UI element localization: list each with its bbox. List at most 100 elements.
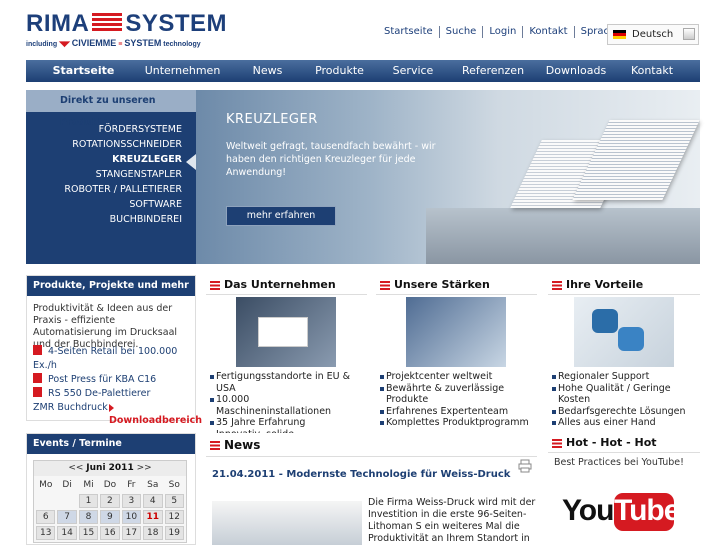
list-item: 10.000 Maschineninstallationen [206, 394, 367, 417]
weekday-label: Di [62, 480, 72, 490]
rima-system-logo[interactable]: RIMA SYSTEM including ◥◤ CIVIEMME ≡ SYSTE… [26, 10, 228, 50]
product-link-stangenstapler[interactable]: STANGENSTAPLER [26, 167, 182, 182]
print-icon[interactable] [518, 459, 532, 473]
product-link-foerdersysteme[interactable]: FÖRDERSYSTEME [26, 122, 182, 137]
nav-kontakt[interactable]: Kontakt [624, 60, 680, 82]
puzzle-image[interactable] [574, 297, 674, 367]
card-vorteile: Ihre Vorteile Regionaler Support Hohe Qu… [548, 275, 700, 428]
card-title-text: Das Unternehmen [224, 278, 336, 291]
calendar-day [57, 494, 76, 508]
top-utility-nav: Startseite Suche Login Kontakt Sprache [378, 26, 628, 40]
card-title[interactable]: Unsere Stärken [376, 275, 537, 295]
handshake-image[interactable] [406, 297, 506, 367]
list-item: Alles aus einer Hand [548, 417, 700, 429]
box-text: Produktivität & Ideen aus der Praxis - e… [33, 303, 178, 350]
pdf-icon [33, 373, 42, 383]
weekday-label: Mi [83, 480, 94, 490]
language-select[interactable]: Deutsch [607, 24, 699, 45]
dropdown-button[interactable] [683, 28, 695, 40]
card-title-text: Unsere Stärken [394, 278, 490, 291]
news-title[interactable]: News [206, 433, 537, 457]
nav-referenzen[interactable]: Referenzen [458, 60, 528, 82]
card-title[interactable]: Ihre Vorteile [548, 275, 700, 295]
nav-startseite[interactable]: Startseite [26, 60, 141, 82]
logo-tagline: including ◥◤ CIVIEMME ≡ SYSTEM technolog… [26, 38, 201, 50]
list-item: Komplettes Produktprogramm [376, 417, 537, 429]
card-title-text: Ihre Vorteile [566, 278, 644, 291]
news-headline[interactable]: 21.04.2011 - Modernste Technologie für W… [212, 469, 510, 480]
prev-month-button[interactable]: << [68, 463, 83, 473]
events-box: Events / Termine << Juni 2011 >> Mo Di M… [26, 433, 196, 545]
product-link-buchbinderei[interactable]: BUCHBINDEREI [26, 212, 182, 227]
box-heading: Produkte, Projekte und mehr [27, 276, 195, 296]
topnav-kontakt[interactable]: Kontakt [522, 26, 573, 38]
logo-sub-system-text: SYSTEM [124, 38, 162, 48]
mehr-erfahren-button[interactable]: mehr erfahren [226, 206, 336, 226]
weekday-label: Sa [147, 480, 159, 490]
list-item: Hohe Qualität / Geringe Kosten [548, 383, 700, 406]
calendar-day[interactable]: 2 [100, 494, 120, 508]
pdf-link-label: RS 550 De-Palettierer [48, 388, 151, 399]
youtube-title[interactable]: Hot - Hot - Hot [548, 433, 700, 453]
red-bars-icon [552, 439, 562, 448]
calendar-day[interactable]: 17 [121, 526, 142, 540]
next-month-button[interactable]: >> [137, 463, 152, 473]
card-list: Projektcenter weltweit Bewährte & zuverl… [376, 371, 537, 429]
arrow-right-icon [109, 404, 114, 412]
calendar-day-today[interactable]: 11 [143, 510, 163, 524]
product-link-software[interactable]: SOFTWARE [26, 197, 182, 212]
nav-unternehmen[interactable]: Unternehmen [141, 60, 224, 82]
calendar-day[interactable]: 4 [143, 494, 163, 508]
calendar-day[interactable]: 16 [100, 526, 120, 540]
nav-produkte[interactable]: Produkte [311, 60, 368, 82]
topnav-suche[interactable]: Suche [438, 26, 483, 38]
puzzle-piece-icon [618, 327, 644, 351]
logo-system-text: SYSTEM [125, 10, 228, 37]
main-navigation: Startseite Unternehmen News Produkte Ser… [26, 60, 700, 82]
product-link-kreuzleger[interactable]: KREUZLEGER [26, 152, 182, 167]
youtube-logo[interactable]: You Tube [562, 491, 680, 535]
calendar-day[interactable]: 8 [78, 510, 99, 524]
german-flag-icon [613, 30, 626, 39]
nav-downloads[interactable]: Downloads [528, 60, 624, 82]
product-link-roboter-palletierer[interactable]: ROBOTER / PALLETIERER [26, 182, 182, 197]
calendar-day [36, 494, 55, 508]
topnav-startseite[interactable]: Startseite [378, 26, 439, 38]
calendar-day[interactable]: 15 [78, 526, 99, 540]
pdf-icon [33, 387, 42, 397]
logo-sub-bars-icon: ≡ [118, 41, 123, 48]
red-bars-icon [210, 441, 220, 450]
logo-civiemme-text: CIVIEMME [71, 38, 117, 48]
calendar-day[interactable]: 1 [78, 494, 99, 508]
calendar-day[interactable]: 3 [121, 494, 142, 508]
pdf-link[interactable]: Post Press für KBA C16 [33, 373, 195, 387]
calendar-day[interactable]: 10 [121, 510, 142, 524]
business-card-image[interactable] [236, 297, 336, 367]
news-image[interactable] [212, 501, 362, 545]
product-menu-heading: Direkt zu unseren Produkten [26, 90, 196, 128]
youtube-title-text: Hot - Hot - Hot [566, 436, 657, 449]
calendar-day[interactable]: 13 [36, 526, 56, 540]
pdf-link[interactable]: RS 550 De-Palettierer [33, 387, 195, 401]
calendar-day[interactable]: 6 [36, 510, 56, 524]
pdf-link-label: 4-Seiten Retail bei 100.000 Ex./h [33, 346, 178, 371]
events-heading: Events / Termine [27, 434, 195, 454]
calendar-day[interactable]: 19 [164, 526, 184, 540]
logo-sub-suffix: technology [163, 41, 201, 48]
pdf-link[interactable]: 4-Seiten Retail bei 100.000 Ex./h [33, 345, 195, 373]
weekday-label: Fr [127, 480, 136, 490]
calendar-day[interactable]: 14 [57, 526, 77, 540]
nav-service[interactable]: Service [368, 60, 458, 82]
nav-news[interactable]: News [224, 60, 311, 82]
calendar-day[interactable]: 12 [164, 510, 184, 524]
calendar-day[interactable]: 9 [100, 510, 120, 524]
product-link-rotationsschneider[interactable]: ROTATIONSSCHNEIDER [26, 137, 182, 152]
downloadbereich-link[interactable]: Downloadbereich [109, 404, 202, 426]
card-unternehmen: Das Unternehmen Fertigungsstandorte in E… [206, 275, 367, 451]
topnav-login[interactable]: Login [482, 26, 522, 38]
weekday-label: So [168, 480, 180, 490]
calendar-day[interactable]: 5 [164, 494, 184, 508]
calendar-day[interactable]: 18 [143, 526, 163, 540]
card-title[interactable]: Das Unternehmen [206, 275, 367, 295]
calendar-day[interactable]: 7 [57, 510, 77, 524]
